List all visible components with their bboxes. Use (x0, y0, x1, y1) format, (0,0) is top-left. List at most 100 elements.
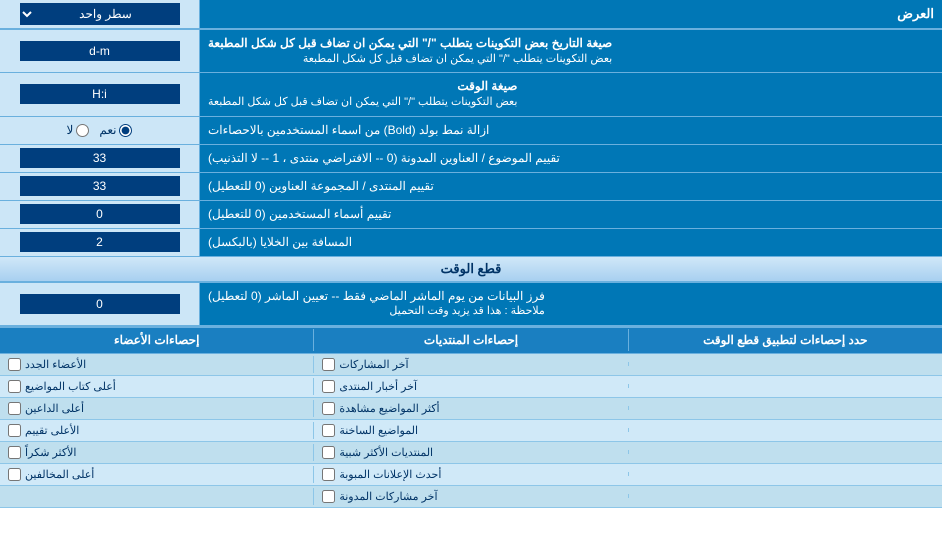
checkbox-item-left-1: الأعضاء الجدد (8, 358, 305, 371)
stats-left-7 (0, 494, 313, 498)
forum-order-input-cell (0, 173, 200, 200)
time-format-row: صيغة الوقت بعض التكوينات يتطلب "/" التي … (0, 73, 942, 116)
bold-remove-row: ازالة نمط بولد (Bold) من اسماء المستخدمي… (0, 117, 942, 145)
bold-yes-radio[interactable] (119, 124, 132, 137)
topic-order-input[interactable] (20, 148, 180, 168)
stat-mid-label-1: آخر المشاركات (339, 358, 408, 371)
cell-spacing-input[interactable] (20, 232, 180, 252)
stats-header-mid: إحصاءات المنتديات (313, 329, 627, 351)
stat-mid-label-2: آخر أخبار المنتدى (339, 380, 417, 393)
stats-left-5: الأكثر شكراً (0, 444, 313, 461)
date-format-input-cell (0, 30, 200, 72)
stat-mid-label-5: المنتديات الأكثر شبية (339, 446, 433, 459)
time-format-note: بعض التكوينات يتطلب "/" التي يمكن ان تضا… (208, 95, 517, 110)
topic-order-input-cell (0, 145, 200, 172)
date-format-title: صيغة التاريخ بعض التكوينات يتطلب "/" الت… (208, 35, 612, 52)
time-cutoff-input[interactable] (20, 294, 180, 314)
topic-order-row: تقييم الموضوع / العناوين المدونة (0 -- ا… (0, 145, 942, 173)
topic-order-label: تقييم الموضوع / العناوين المدونة (0 -- ا… (200, 145, 942, 172)
stat-mid-check-1[interactable] (322, 358, 335, 371)
stats-right-5 (628, 450, 942, 454)
stats-right-1 (628, 362, 942, 366)
date-format-row: صيغة التاريخ بعض التكوينات يتطلب "/" الت… (0, 30, 942, 73)
bold-no-label[interactable]: لا (67, 123, 90, 137)
stat-mid-check-3[interactable] (322, 402, 335, 415)
checkbox-item-left-6: أعلى المخالفين (8, 468, 305, 481)
checkbox-item-left-5: الأكثر شكراً (8, 446, 305, 459)
time-format-title: صيغة الوقت (208, 78, 517, 95)
forum-order-label: تقييم المنتدى / المجموعة العناوين (0 للت… (200, 173, 942, 200)
stat-left-label-3: أعلى الداعين (25, 402, 84, 415)
stat-mid-check-5[interactable] (322, 446, 335, 459)
stats-right-6 (628, 472, 942, 476)
bold-remove-label: ازالة نمط بولد (Bold) من اسماء المستخدمي… (200, 117, 942, 144)
time-cutoff-title: قطع الوقت (441, 261, 502, 277)
stats-left-3: أعلى الداعين (0, 400, 313, 417)
stat-left-check-4[interactable] (8, 424, 21, 437)
lines-per-page-cell: سطر واحد سطران ثلاثة أسطر (0, 0, 200, 28)
checkbox-item-6: أحدث الإعلانات المبوبة (322, 468, 619, 481)
stats-row-5: المنتديات الأكثر شبية الأكثر شكراً (0, 442, 942, 464)
stats-row-1: آخر المشاركات الأعضاء الجدد (0, 354, 942, 376)
cell-spacing-input-cell (0, 229, 200, 256)
stats-right-2 (628, 384, 942, 388)
bold-no-radio[interactable] (76, 124, 89, 137)
stats-header-right: حدد إحصاءات لتطبيق قطع الوقت (628, 329, 942, 351)
time-cutoff-label: فرز البيانات من يوم الماشر الماضي فقط --… (200, 283, 942, 325)
user-names-input-cell (0, 201, 200, 228)
time-cutoff-input-cell (0, 283, 200, 325)
time-cutoff-header: قطع الوقت (0, 257, 942, 283)
stat-mid-check-6[interactable] (322, 468, 335, 481)
page-title: العرض (200, 0, 942, 28)
stat-mid-label-7: آخر مشاركات المدونة (339, 490, 437, 503)
checkbox-item-4: المواضيع الساخنة (322, 424, 619, 437)
user-names-label: تقييم أسماء المستخدمين (0 للتعطيل) (200, 201, 942, 228)
stat-left-label-1: الأعضاء الجدد (25, 358, 86, 371)
stat-left-check-3[interactable] (8, 402, 21, 415)
checkbox-item-1: آخر المشاركات (322, 358, 619, 371)
stat-left-check-2[interactable] (8, 380, 21, 393)
checkbox-item-2: آخر أخبار المنتدى (322, 380, 619, 393)
checkbox-item-5: المنتديات الأكثر شبية (322, 446, 619, 459)
lines-per-page-select[interactable]: سطر واحد سطران ثلاثة أسطر (20, 3, 180, 25)
stats-left-6: أعلى المخالفين (0, 466, 313, 483)
stats-section: حدد إحصاءات لتطبيق قطع الوقت إحصاءات الم… (0, 326, 942, 508)
date-format-input[interactable] (20, 41, 180, 61)
stats-row-7: آخر مشاركات المدونة (0, 486, 942, 508)
stat-mid-check-7[interactable] (322, 490, 335, 503)
stat-mid-check-2[interactable] (322, 380, 335, 393)
stat-left-label-5: الأكثر شكراً (25, 446, 76, 459)
stats-right-3 (628, 406, 942, 410)
bold-remove-radio-cell: نعم لا (0, 117, 200, 144)
stats-row-2: آخر أخبار المنتدى أعلى كتاب المواضيع (0, 376, 942, 398)
stat-left-label-2: أعلى كتاب المواضيع (25, 380, 116, 393)
stat-mid-label-6: أحدث الإعلانات المبوبة (339, 468, 441, 481)
bold-yes-label[interactable]: نعم (99, 123, 132, 137)
stats-mid-5: المنتديات الأكثر شبية (313, 444, 627, 461)
stats-mid-6: أحدث الإعلانات المبوبة (313, 466, 627, 483)
stats-left-4: الأعلى تقييم (0, 422, 313, 439)
time-format-input[interactable] (20, 84, 180, 104)
stats-mid-2: آخر أخبار المنتدى (313, 378, 627, 395)
forum-order-row: تقييم المنتدى / المجموعة العناوين (0 للت… (0, 173, 942, 201)
stat-left-check-5[interactable] (8, 446, 21, 459)
stats-mid-4: المواضيع الساخنة (313, 422, 627, 439)
time-cutoff-main: فرز البيانات من يوم الماشر الماضي فقط --… (208, 288, 545, 305)
checkbox-item-left-4: الأعلى تقييم (8, 424, 305, 437)
stat-mid-label-4: المواضيع الساخنة (339, 424, 418, 437)
stat-left-check-6[interactable] (8, 468, 21, 481)
forum-order-input[interactable] (20, 176, 180, 196)
stats-header-left: إحصاءات الأعضاء (0, 329, 313, 351)
user-names-input[interactable] (20, 204, 180, 224)
stats-row-3: أكثر المواضيع مشاهدة أعلى الداعين (0, 398, 942, 420)
time-cutoff-note: ملاحظة : هذا قد يزيد وقت التحميل (208, 304, 545, 319)
time-format-input-cell (0, 73, 200, 115)
time-cutoff-row: فرز البيانات من يوم الماشر الماضي فقط --… (0, 283, 942, 326)
stats-row-6: أحدث الإعلانات المبوبة أعلى المخالفين (0, 464, 942, 486)
stat-left-check-1[interactable] (8, 358, 21, 371)
stat-mid-check-4[interactable] (322, 424, 335, 437)
checkbox-item-3: أكثر المواضيع مشاهدة (322, 402, 619, 415)
cell-spacing-row: المسافة بين الخلايا (بالبكسل) (0, 229, 942, 257)
stats-right-7 (628, 494, 942, 498)
stat-left-label-4: الأعلى تقييم (25, 424, 79, 437)
